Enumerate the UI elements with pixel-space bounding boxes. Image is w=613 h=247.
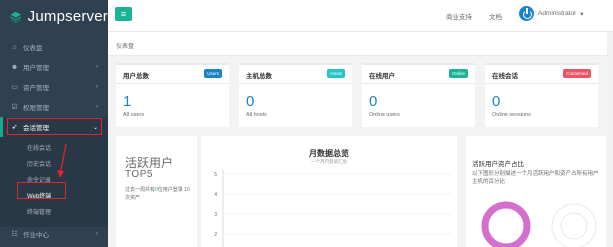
power-icon xyxy=(519,6,534,21)
topbar: ≡ 商业支持 文档 Administrator ▾ xyxy=(108,0,613,32)
card-value: 0 xyxy=(246,93,255,110)
divider xyxy=(362,83,475,84)
divider xyxy=(485,83,598,84)
status-badge: Hosts xyxy=(327,69,345,78)
card-value: 1 xyxy=(123,93,132,110)
divider xyxy=(116,83,229,84)
app-root: Jumpserver ⌂ 仪表盘 ☻ 用户管理 › ▭ 资产管理 › ☑ 权限管… xyxy=(0,0,613,247)
dashboard-icon: ⌂ xyxy=(12,43,17,51)
panel-subtitle: TOP5 xyxy=(125,169,153,180)
card-subtitle: Online sessions xyxy=(492,112,531,118)
sidebar-item-users[interactable]: ☻ 用户管理 › xyxy=(0,57,108,77)
card-title: 在线会话 xyxy=(492,73,518,80)
status-badge: Users xyxy=(204,69,222,78)
card-title: 主机总数 xyxy=(246,73,272,80)
status-badge: Connected xyxy=(563,69,591,78)
breadcrumb: 仪表盘 xyxy=(116,44,135,50)
submenu-online-sessions[interactable]: 在线会话 xyxy=(0,141,108,157)
active-users-panel: 活跃用户 TOP5 过去一周共有0位用户登录 10次资产. xyxy=(116,136,197,247)
y-tick-label: 3 xyxy=(214,212,217,218)
highlight-box-web-terminal xyxy=(17,182,66,199)
assets-icon: ▭ xyxy=(11,84,18,91)
menu-toggle-button[interactable]: ≡ xyxy=(115,7,132,21)
sidebar-item-label: 仪表盘 xyxy=(23,45,43,52)
support-link[interactable]: 商业支持 xyxy=(446,11,472,21)
users-icon: ☻ xyxy=(10,63,19,71)
host-ratio-donut-inner xyxy=(560,212,588,240)
jumpserver-logo-icon xyxy=(10,11,22,23)
card-online-users: 在线用户 Online 0 Online users xyxy=(362,63,475,127)
sidebar: Jumpserver ⌂ 仪表盘 ☻ 用户管理 › ▭ 资产管理 › ☑ 权限管… xyxy=(0,0,108,247)
caret-down-icon: ▾ xyxy=(580,10,584,18)
asset-ratio-panel: 活跃用户资产占比 以下图形分别描述一个月活跃用户和资产占所有用户主机的百分比 xyxy=(466,136,606,247)
stats-cards: 用户总数 Users 1 All users 主机总数 Hosts 0 All … xyxy=(116,63,606,127)
y-tick-label: 4 xyxy=(214,192,217,198)
ratio-donut-charts xyxy=(481,201,597,247)
sidebar-item-assets[interactable]: ▭ 资产管理 › xyxy=(0,77,108,97)
status-badge: Online xyxy=(448,69,468,78)
user-ratio-donut xyxy=(481,201,531,247)
perms-icon: ☑ xyxy=(11,104,18,111)
sidebar-item-perms[interactable]: ☑ 权限管理 › xyxy=(0,97,108,117)
monthly-overview-panel: 月数据总览 一个月内登录汇总 5432 xyxy=(201,136,457,247)
y-tick-label: 2 xyxy=(214,232,217,238)
card-value: 0 xyxy=(369,93,378,110)
card-title: 在线用户 xyxy=(369,73,395,80)
card-hosts: 主机总数 Hosts 0 All hosts xyxy=(239,63,352,127)
divider xyxy=(239,83,352,84)
jobs-icon: ☷ xyxy=(11,231,18,238)
logo-text: Jumpserver xyxy=(27,8,108,25)
annotation-arrow-icon xyxy=(57,143,67,178)
panel-description: 过去一周共有0位用户登录 10次资产. xyxy=(125,187,193,202)
submenu-terminal-management[interactable]: 终端管理 xyxy=(0,205,108,221)
panel-description: 以下图形分别描述一个月活跃用户和资产占所有用户主机的百分比 xyxy=(472,171,599,185)
sidebar-item-label: 资产管理 xyxy=(23,85,49,92)
chevron-right-icon: › xyxy=(96,84,98,90)
highlight-box-sessions xyxy=(7,118,102,135)
card-value: 0 xyxy=(492,93,501,110)
desc-text: 过去一周共有 xyxy=(125,187,156,193)
logo[interactable]: Jumpserver xyxy=(0,0,108,33)
breadcrumb-bar: 仪表盘 xyxy=(108,32,613,56)
chevron-right-icon: › xyxy=(96,231,98,237)
page-scrollbar[interactable] xyxy=(607,32,613,247)
sidebar-item-label: 权限管理 xyxy=(23,105,49,112)
sidebar-item-dashboard[interactable]: ⌂ 仪表盘 xyxy=(0,37,108,57)
card-subtitle: Online users xyxy=(369,112,400,118)
chevron-right-icon: › xyxy=(96,104,98,110)
card-users: 用户总数 Users 1 All users xyxy=(116,63,229,127)
panel-title: 活跃用户资产占比 xyxy=(472,161,524,168)
y-tick-label: 5 xyxy=(214,172,217,178)
host-ratio-donut-outer xyxy=(551,203,597,247)
sidebar-item-jobs[interactable]: ☷ 作业中心 › xyxy=(0,224,108,244)
sidebar-item-label: 作业中心 xyxy=(23,232,49,239)
submenu-history-sessions[interactable]: 历史会话 xyxy=(0,157,108,173)
sidebar-item-label: 用户管理 xyxy=(23,65,49,72)
monthly-line-chart: 5 4 3 2 xyxy=(214,170,451,247)
docs-link[interactable]: 文档 xyxy=(489,11,502,21)
card-subtitle: All hosts xyxy=(246,112,267,118)
username: Administrator xyxy=(538,10,577,17)
card-online-sessions: 在线会话 Connected 0 Online sessions xyxy=(485,63,598,127)
card-title: 用户总数 xyxy=(123,73,149,80)
card-subtitle: All users xyxy=(123,112,145,118)
user-menu[interactable]: Administrator ▾ xyxy=(519,6,584,21)
chevron-right-icon: › xyxy=(96,64,98,70)
